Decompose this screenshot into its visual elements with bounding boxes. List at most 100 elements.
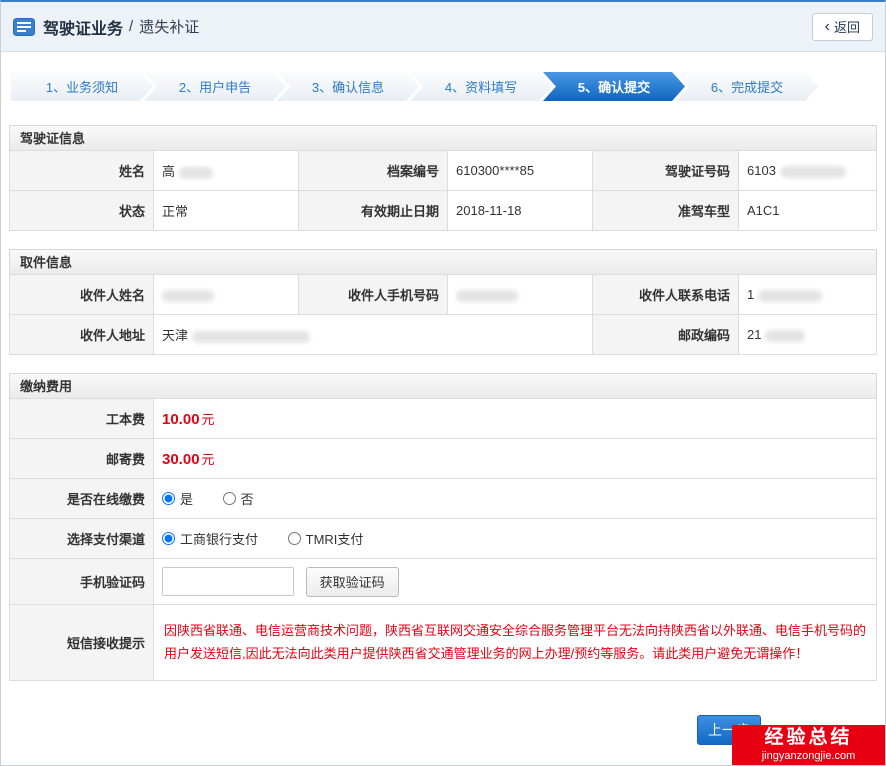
file-number-label: 档案编号 — [299, 151, 448, 191]
back-button-label: 返回 — [834, 17, 860, 36]
online-payment-label: 是否在线缴费 — [10, 479, 154, 519]
step-progress-bar: 1、业务须知 2、用户申告 3、确认信息 4、资料填写 5、确认提交 6、完成提… — [11, 72, 875, 101]
page-title: 驾驶证业务 — [43, 15, 123, 39]
radio-channel-tmri[interactable]: TMRI支付 — [288, 529, 364, 548]
get-code-button[interactable]: 获取验证码 — [306, 567, 399, 597]
radio-channel-icbc-input[interactable] — [162, 532, 175, 545]
step-5-confirm-submit-active: 5、确认提交 — [543, 72, 685, 101]
step-label: 1、业务须知 — [46, 77, 118, 96]
step-label: 3、确认信息 — [312, 77, 384, 96]
table-row: 收件人地址 天津 邮政编码 21 — [10, 315, 877, 355]
redacted-area — [162, 290, 214, 302]
status-label: 状态 — [10, 191, 154, 231]
step-2-user-declaration: 2、用户申告 — [144, 72, 286, 101]
production-fee-unit: 元 — [202, 412, 215, 427]
sms-notice-cell: 因陕西省联通、电信运营商技术问题，陕西省互联网交通安全综合服务管理平台无法向持陕… — [154, 605, 877, 681]
table-row: 工本费 10.00元 — [10, 399, 877, 439]
license-number-value: 6103 — [739, 151, 877, 191]
status-value: 正常 — [154, 191, 299, 231]
zip-code-value: 21 — [739, 315, 877, 355]
sms-code-field: 获取验证码 — [154, 559, 877, 605]
recipient-mobile-label: 收件人手机号码 — [299, 275, 448, 315]
radio-channel-tmri-label: TMRI支付 — [306, 529, 364, 548]
vehicle-class-value: A1C1 — [739, 191, 877, 231]
license-number-label: 驾驶证号码 — [593, 151, 739, 191]
recipient-phone-label: 收件人联系电话 — [593, 275, 739, 315]
name-value-text: 高 — [162, 164, 175, 179]
recipient-phone-value: 1 — [739, 275, 877, 315]
page: 驾驶证业务 / 遗失补证 ‹ 返回 1、业务须知 2、用户申告 3、确认信息 4… — [0, 0, 886, 766]
breadcrumb-current: 遗失补证 — [139, 16, 199, 37]
production-fee-label: 工本费 — [10, 399, 154, 439]
table-row: 短信接收提示 因陕西省联通、电信运营商技术问题，陕西省互联网交通安全综合服务管理… — [10, 605, 877, 681]
pickup-section-title: 取件信息 — [9, 249, 877, 275]
expiry-date-label: 有效期止日期 — [299, 191, 448, 231]
recipient-mobile-value — [448, 275, 593, 315]
postage-fee-unit: 元 — [202, 452, 215, 467]
redacted-area — [758, 290, 822, 302]
table-row: 邮寄费 30.00元 — [10, 439, 877, 479]
recipient-name-label: 收件人姓名 — [10, 275, 154, 315]
table-row: 状态 正常 有效期止日期 2018-11-18 准驾车型 A1C1 — [10, 191, 877, 231]
sms-code-label: 手机验证码 — [10, 559, 154, 605]
back-arrow-icon: ‹ — [825, 19, 830, 35]
file-number-value: 610300****85 — [448, 151, 593, 191]
redacted-area — [780, 166, 846, 178]
step-6-complete-submit: 6、完成提交 — [676, 72, 818, 101]
redacted-area — [192, 331, 310, 343]
fees-section-title: 缴纳费用 — [9, 373, 877, 399]
table-row: 手机验证码 获取验证码 — [10, 559, 877, 605]
pickup-info-table: 收件人姓名 收件人手机号码 收件人联系电话 1 收件人地址 天津 邮政编码 21 — [9, 274, 877, 355]
watermark-title: 经验总结 — [732, 726, 885, 750]
recipient-name-value — [154, 275, 299, 315]
license-info-table: 姓名 高 档案编号 610300****85 驾驶证号码 6103 状态 正常 … — [9, 150, 877, 231]
step-3-confirm-info: 3、确认信息 — [277, 72, 419, 101]
vehicle-class-label: 准驾车型 — [593, 191, 739, 231]
recipient-phone-text: 1 — [747, 287, 754, 302]
recipient-address-text: 天津 — [162, 328, 188, 343]
page-header: 驾驶证业务 / 遗失补证 ‹ 返回 — [1, 2, 885, 52]
radio-online-no-label: 否 — [241, 489, 254, 508]
online-payment-options: 是 否 — [154, 479, 877, 519]
payment-channel-label: 选择支付渠道 — [10, 519, 154, 559]
zip-code-text: 21 — [747, 327, 761, 342]
name-label: 姓名 — [10, 151, 154, 191]
license-doc-icon — [13, 18, 35, 36]
radio-online-yes[interactable]: 是 — [162, 489, 193, 508]
postage-fee-value: 30.00元 — [154, 439, 877, 479]
back-button[interactable]: ‹ 返回 — [812, 13, 873, 41]
postage-fee-label: 邮寄费 — [10, 439, 154, 479]
table-row: 姓名 高 档案编号 610300****85 驾驶证号码 6103 — [10, 151, 877, 191]
redacted-area — [456, 290, 518, 302]
radio-channel-icbc[interactable]: 工商银行支付 — [162, 529, 258, 548]
table-row: 收件人姓名 收件人手机号码 收件人联系电话 1 — [10, 275, 877, 315]
fees-section: 缴纳费用 工本费 10.00元 邮寄费 30.00元 是否在线缴费 是 否 选择… — [9, 373, 877, 681]
sms-notice-text: 因陕西省联通、电信运营商技术问题，陕西省互联网交通安全综合服务管理平台无法向持陕… — [164, 620, 866, 666]
table-row: 选择支付渠道 工商银行支付 TMRI支付 — [10, 519, 877, 559]
step-4-fill-materials: 4、资料填写 — [410, 72, 552, 101]
step-1-business-notice: 1、业务须知 — [11, 72, 153, 101]
expiry-date-value: 2018-11-18 — [448, 191, 593, 231]
fees-table: 工本费 10.00元 邮寄费 30.00元 是否在线缴费 是 否 选择支付渠道 … — [9, 398, 877, 681]
watermark-url: jingyanzongjie.com — [732, 750, 885, 763]
radio-online-no-input[interactable] — [223, 492, 236, 505]
recipient-address-value: 天津 — [154, 315, 593, 355]
postage-fee-amount: 30.00 — [162, 451, 200, 468]
radio-online-no[interactable]: 否 — [223, 489, 254, 508]
redacted-area — [179, 167, 213, 179]
payment-channel-options: 工商银行支付 TMRI支付 — [154, 519, 877, 559]
table-row: 是否在线缴费 是 否 — [10, 479, 877, 519]
radio-channel-icbc-label: 工商银行支付 — [180, 529, 258, 548]
radio-channel-tmri-input[interactable] — [288, 532, 301, 545]
step-label: 4、资料填写 — [445, 77, 517, 96]
sms-code-input[interactable] — [162, 567, 294, 596]
pickup-info-section: 取件信息 收件人姓名 收件人手机号码 收件人联系电话 1 收件人地址 天津 邮政… — [9, 249, 877, 355]
step-label: 2、用户申告 — [179, 77, 251, 96]
recipient-address-label: 收件人地址 — [10, 315, 154, 355]
name-value: 高 — [154, 151, 299, 191]
radio-online-yes-input[interactable] — [162, 492, 175, 505]
step-label: 5、确认提交 — [578, 77, 650, 96]
zip-code-label: 邮政编码 — [593, 315, 739, 355]
production-fee-amount: 10.00 — [162, 411, 200, 428]
radio-online-yes-label: 是 — [180, 489, 193, 508]
